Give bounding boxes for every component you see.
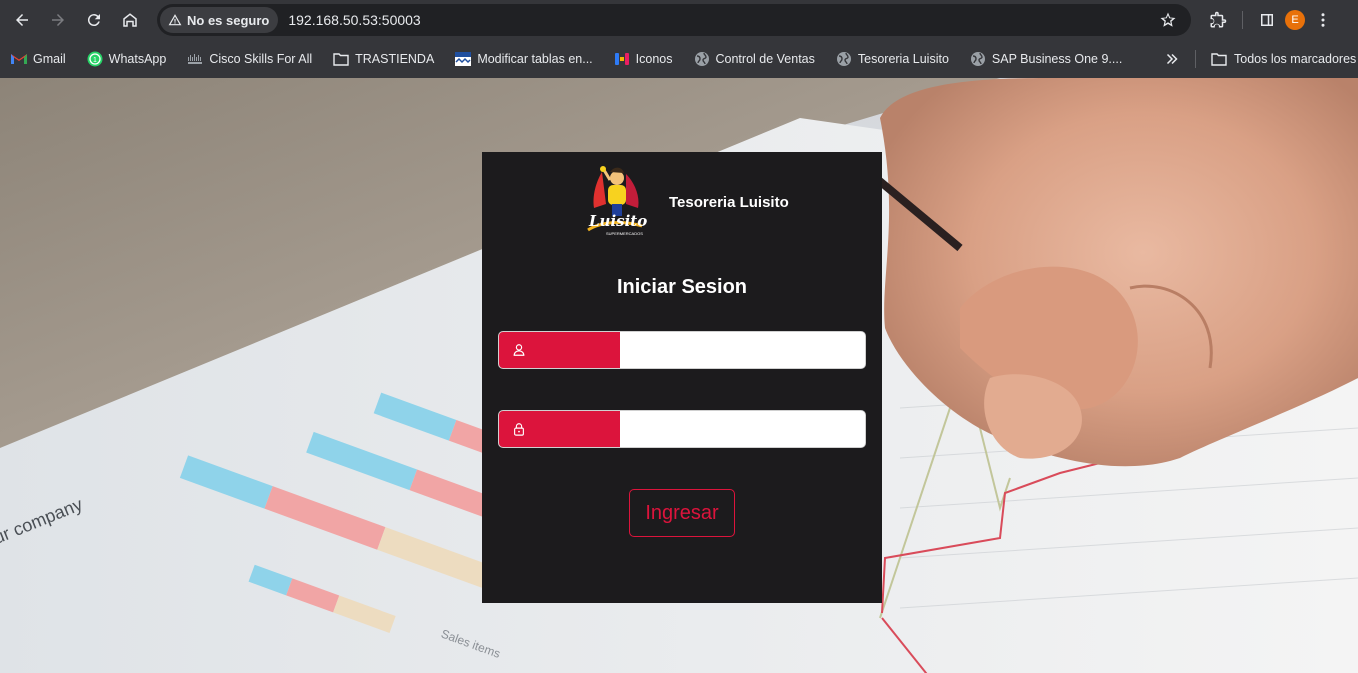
site-icon <box>455 51 472 67</box>
bookmark-label: Tesoreria Luisito <box>857 52 949 66</box>
whatsapp-icon: 1 <box>87 51 103 67</box>
brand-name: Tesoreria Luisito <box>669 194 789 211</box>
menu-button[interactable] <box>1309 6 1337 34</box>
svg-text:SUPERMERCADOS: SUPERMERCADOS <box>606 231 643 236</box>
bookmark-control-ventas[interactable]: Control de Ventas <box>694 51 815 67</box>
password-field <box>498 410 866 448</box>
side-panel-button[interactable] <box>1253 6 1281 34</box>
forward-button[interactable] <box>44 6 72 34</box>
luisito-logo: Luisito SUPERMERCADOS <box>587 166 647 236</box>
arrow-right-icon <box>52 14 64 26</box>
user-icon <box>513 344 525 356</box>
bookmark-star-icon[interactable] <box>1159 11 1177 29</box>
home-icon <box>123 13 137 27</box>
svg-text:Luisito: Luisito <box>588 212 647 230</box>
profile-button[interactable]: E <box>1281 6 1309 34</box>
cisco-icon <box>187 51 203 67</box>
globe-icon <box>970 51 986 67</box>
bookmark-label: TRASTIENDA <box>355 52 435 66</box>
bookmark-tesoreria-luisito[interactable]: Tesoreria Luisito <box>836 51 949 67</box>
bookmark-iconos[interactable]: Iconos <box>614 51 673 67</box>
bookmark-cisco[interactable]: Cisco Skills For All <box>187 51 312 67</box>
security-indicator[interactable]: No es seguro <box>160 7 279 33</box>
lock-icon <box>514 423 524 436</box>
warning-icon <box>168 14 182 26</box>
username-input[interactable] <box>620 332 865 368</box>
more-vertical-icon <box>1321 13 1325 27</box>
password-addon <box>499 411 620 447</box>
side-panel-icon <box>1261 14 1273 26</box>
password-input[interactable] <box>620 411 865 447</box>
arrow-left-icon <box>16 14 28 26</box>
bookmark-sap-business-one[interactable]: SAP Business One 9.... <box>970 51 1122 67</box>
address-bar[interactable]: No es seguro 192.168.50.53:50003 <box>157 4 1191 36</box>
bookmark-label: WhatsApp <box>108 52 167 66</box>
bookmark-label: Modificar tablas en... <box>477 52 593 66</box>
bookmark-gmail[interactable]: Gmail <box>11 51 66 67</box>
login-card: Luisito SUPERMERCADOS Tesoreria Luisito … <box>482 152 882 603</box>
url-text[interactable]: 192.168.50.53:50003 <box>288 12 420 28</box>
toolbar-actions: E <box>1204 6 1337 34</box>
chevron-double-right-icon[interactable] <box>1163 50 1181 68</box>
bookmark-label: Control de Ventas <box>715 52 815 66</box>
all-bookmarks-label: Todos los marcadores <box>1234 52 1357 66</box>
bookmark-whatsapp[interactable]: 1 WhatsApp <box>87 51 167 67</box>
extensions-button[interactable] <box>1204 6 1232 34</box>
back-button[interactable] <box>8 6 36 34</box>
page-viewport: ur company Sales items Luisito SUPERMERC… <box>0 78 1358 673</box>
bookmark-label: Gmail <box>33 52 66 66</box>
folder-icon <box>333 51 349 67</box>
login-button[interactable]: Ingresar <box>629 489 735 537</box>
all-bookmarks-button[interactable]: Todos los marcadores <box>1211 40 1356 78</box>
username-addon <box>499 332 620 368</box>
bookmark-label: Iconos <box>635 52 673 66</box>
bookmark-modificar-tablas[interactable]: Modificar tablas en... <box>455 51 593 67</box>
svg-text:1: 1 <box>93 57 97 64</box>
folder-icon <box>1211 53 1227 66</box>
reload-icon <box>87 14 100 27</box>
bookmark-label: SAP Business One 9.... <box>991 52 1123 66</box>
toolbar-divider <box>1242 11 1243 29</box>
bookmark-label: Cisco Skills For All <box>209 52 313 66</box>
login-title: Iniciar Sesion <box>616 276 748 298</box>
bookmark-trastienda[interactable]: TRASTIENDA <box>333 51 434 67</box>
security-label: No es seguro <box>187 12 270 28</box>
bookmarks-divider <box>1195 50 1196 68</box>
gmail-icon <box>11 51 27 67</box>
iconos-icon <box>614 51 630 67</box>
browser-toolbar: No es seguro 192.168.50.53:50003 E <box>0 0 1358 40</box>
username-field <box>498 331 866 369</box>
puzzle-icon <box>1210 11 1227 28</box>
home-button[interactable] <box>116 6 144 34</box>
avatar: E <box>1285 10 1305 30</box>
globe-icon <box>694 51 710 67</box>
reload-button[interactable] <box>80 6 108 34</box>
globe-icon <box>836 51 852 67</box>
bookmarks-bar: Gmail 1 WhatsApp Cisco Skills For All TR… <box>0 40 1358 78</box>
